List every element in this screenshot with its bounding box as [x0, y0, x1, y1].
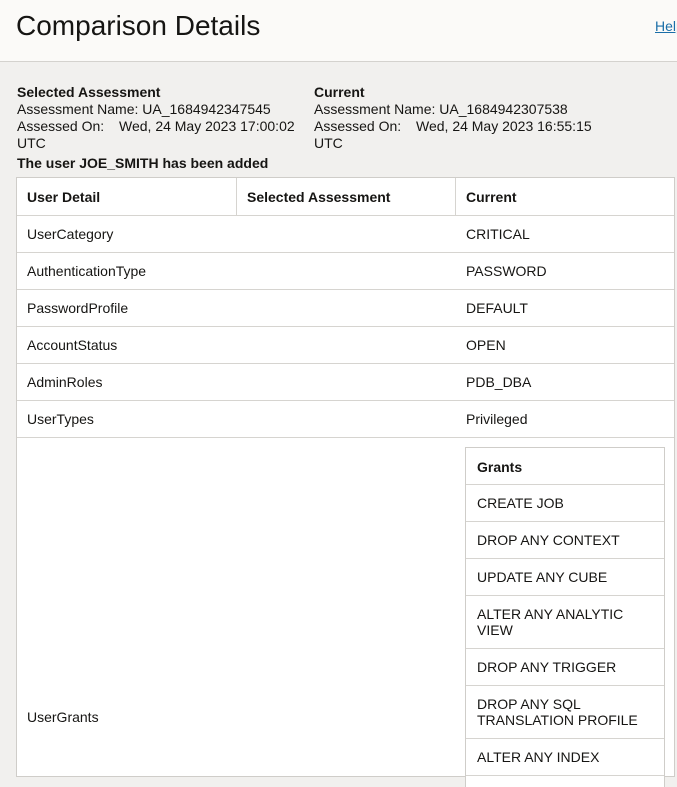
- table-row: PasswordProfile DEFAULT: [17, 289, 674, 327]
- grant-item: DROP ANY TRIGGER: [466, 649, 664, 686]
- user-detail-cell: AccountStatus: [27, 336, 118, 353]
- selected-name-row: Assessment Name: UA_1684942347545: [17, 101, 307, 118]
- table-header-row: User Detail Selected Assessment Current: [17, 178, 674, 216]
- user-detail-cell: PasswordProfile: [27, 299, 129, 316]
- comparison-table: User Detail Selected Assessment Current …: [16, 177, 675, 787]
- current-name-value: UA_1684942307538: [439, 101, 568, 117]
- selected-name-label: Assessment Name:: [17, 101, 139, 117]
- user-detail-cell: UserTypes: [27, 410, 94, 427]
- grants-subtable: Grants CREATE JOB DROP ANY CONTEXT UPDAT…: [465, 447, 665, 787]
- selected-value-cell: [237, 252, 456, 289]
- col-header-selected-assessment: Selected Assessment: [237, 178, 456, 215]
- grant-item: CREATE JOB: [466, 485, 664, 522]
- grants-header: Grants: [466, 448, 664, 485]
- grant-item: UPDATE ANY CUBE: [466, 559, 664, 596]
- selected-tz: UTC: [17, 135, 46, 151]
- grant-item: ALTER ANY INDEX: [466, 739, 664, 776]
- table-row: UserTypes Privileged: [17, 400, 674, 438]
- current-name-row: Assessment Name: UA_1684942307538: [314, 101, 604, 118]
- grant-item: DROP ANY CONTEXT: [466, 522, 664, 559]
- current-assessment-heading: Current: [314, 84, 365, 100]
- selected-value-cell: [237, 437, 456, 777]
- page-title: Comparison Details: [16, 10, 261, 41]
- selected-date-label: Assessed On:: [17, 118, 105, 134]
- user-detail-cell: UserGrants: [27, 709, 99, 725]
- user-detail-cell: UserCategory: [27, 225, 114, 242]
- user-detail-cell: AuthenticationType: [27, 262, 147, 279]
- selected-value-cell: [237, 326, 456, 363]
- current-date-row: Assessed On: Wed, 24 May 2023 16:55:15: [314, 118, 604, 135]
- selected-value-cell: [237, 400, 456, 437]
- table-row: AccountStatus OPEN: [17, 326, 674, 364]
- current-assessment-info: Current Assessment Name: UA_168494230753…: [314, 84, 604, 152]
- selected-value-cell: [237, 363, 456, 400]
- current-value-cell: CRITICAL: [466, 225, 530, 242]
- page-header: Comparison Details Help: [0, 0, 677, 62]
- current-value-cell: PASSWORD: [466, 262, 547, 279]
- current-name-label: Assessment Name:: [314, 101, 436, 117]
- grant-item: ALTER ANY ANALYTIC VIEW: [466, 596, 664, 649]
- current-date-value: Wed, 24 May 2023 16:55:15: [416, 118, 592, 134]
- user-added-message: The user JOE_SMITH has been added: [17, 155, 269, 171]
- user-detail-cell: AdminRoles: [27, 373, 103, 390]
- current-date-label: Assessed On:: [314, 118, 402, 134]
- help-link[interactable]: Help: [655, 18, 677, 34]
- table-row: AdminRoles PDB_DBA: [17, 363, 674, 401]
- grant-item: DROP ANY SQL TRANSLATION PROFILE: [466, 686, 664, 739]
- current-value-cell: OPEN: [466, 336, 506, 353]
- table-row: AuthenticationType PASSWORD: [17, 252, 674, 290]
- col-header-user-detail: User Detail: [17, 178, 237, 215]
- current-value-cell: PDB_DBA: [466, 373, 532, 390]
- table-row: UserCategory CRITICAL: [17, 215, 674, 253]
- current-value-cell: Privileged: [466, 410, 528, 427]
- selected-value-cell: [237, 289, 456, 326]
- selected-assessment-info: Selected Assessment Assessment Name: UA_…: [17, 84, 307, 152]
- selected-date-value: Wed, 24 May 2023 17:00:02: [119, 118, 295, 134]
- current-tz: UTC: [314, 135, 343, 151]
- selected-date-row: Assessed On: Wed, 24 May 2023 17:00:02: [17, 118, 307, 135]
- col-header-current: Current: [466, 188, 517, 205]
- current-value-cell: DEFAULT: [466, 299, 528, 316]
- selected-value-cell: [237, 215, 456, 252]
- selected-name-value: UA_1684942347545: [142, 101, 271, 117]
- selected-assessment-heading: Selected Assessment: [17, 84, 161, 100]
